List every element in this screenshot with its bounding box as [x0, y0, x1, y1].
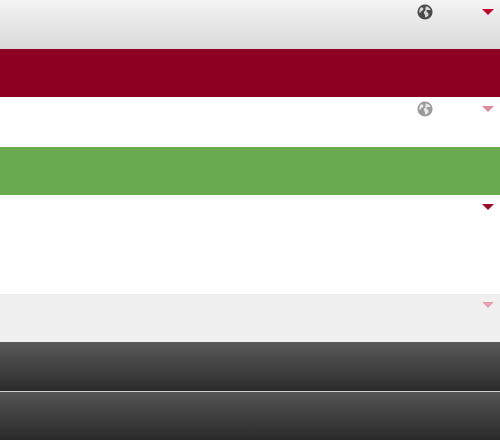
globe-icon[interactable] — [416, 100, 434, 118]
header-bar-maroon — [0, 49, 500, 97]
chevron-down-icon[interactable] — [482, 9, 494, 15]
chevron-down-icon[interactable] — [482, 302, 494, 308]
chevron-down-icon[interactable] — [482, 106, 494, 112]
header-bar-light-gray — [0, 294, 500, 342]
chevron-down-icon[interactable] — [482, 204, 494, 210]
header-bar-dark-2 — [0, 392, 500, 440]
header-bar-green — [0, 147, 500, 195]
globe-icon[interactable] — [416, 3, 434, 21]
content-panel-white — [0, 195, 500, 294]
header-bar-dark-1 — [0, 342, 500, 391]
